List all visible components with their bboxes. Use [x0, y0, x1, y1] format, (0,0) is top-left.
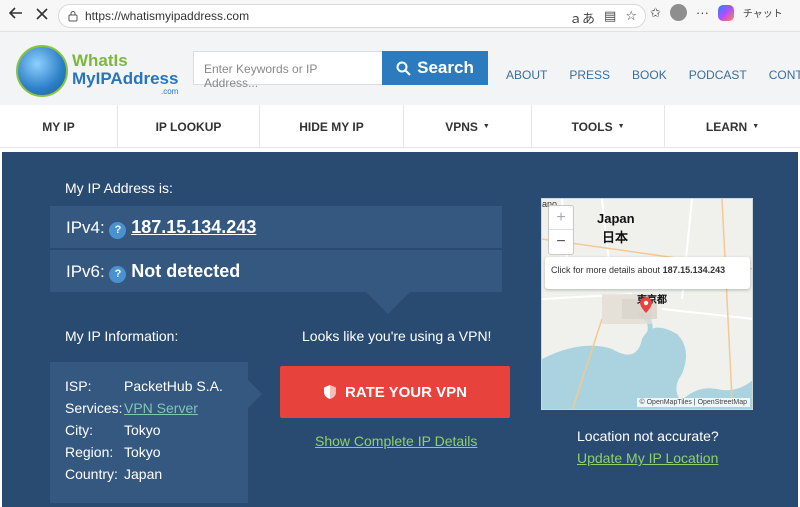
map-marker-icon[interactable] — [640, 297, 652, 313]
rate-vpn-button[interactable]: RATE YOUR VPN — [280, 366, 510, 418]
link-contact[interactable]: CONTACT — [769, 68, 800, 82]
menu-item-my-ip[interactable]: MY IP — [0, 105, 118, 148]
menu-item-tools[interactable]: TOOLS ▼ — [532, 105, 665, 148]
copilot-icon[interactable] — [717, 4, 734, 21]
info-value: PacketHub S.A. — [124, 378, 223, 394]
ipv6-row: IPv6: ? Not detected — [50, 250, 502, 292]
ip-panel: My IP Address is: IPv4: ? 187.15.134.243… — [2, 152, 798, 507]
logo-text-1: WhatIs — [72, 51, 128, 70]
search-input[interactable]: Enter Keywords or IP Address... — [193, 51, 383, 90]
ipv6-value: Not detected — [131, 261, 241, 281]
favorite-star-icon[interactable]: ☆ — [625, 8, 637, 27]
ip-info-box: ISP: PacketHub S.A. Services:VPN Server C… — [50, 362, 248, 503]
link-book[interactable]: BOOK — [632, 68, 667, 82]
translate-icon[interactable]: ａあ — [569, 8, 595, 27]
chat-label[interactable]: チャット — [743, 5, 783, 20]
stop-icon[interactable] — [32, 6, 52, 26]
info-arrow — [248, 380, 262, 408]
link-podcast[interactable]: PODCAST — [689, 68, 747, 82]
info-value: Tokyo — [124, 444, 161, 460]
map-popup[interactable]: Click for more details about 187.15.134.… — [545, 257, 750, 289]
url-text[interactable]: https://whatismyipaddress.com — [85, 9, 249, 23]
info-heading: My IP Information: — [65, 328, 179, 344]
ipv4-label: IPv4: — [66, 218, 105, 237]
info-key: City: — [65, 422, 93, 438]
map-attribution[interactable]: © OpenMapTiles | OpenStreetMap — [636, 398, 750, 407]
info-key: Region: — [65, 444, 114, 460]
rate-vpn-label: RATE YOUR VPN — [345, 383, 467, 401]
ip-heading: My IP Address is: — [65, 180, 173, 196]
link-press[interactable]: PRESS — [569, 68, 610, 82]
info-value: Japan — [124, 466, 163, 482]
info-row-isp: ISP: PacketHub S.A. — [65, 378, 223, 394]
popup-ip: 187.15.134.243 — [662, 265, 726, 275]
menu-label: VPNS — [445, 119, 478, 134]
zoom-in-button[interactable]: + — [549, 206, 573, 230]
info-key: ISP: — [65, 378, 92, 394]
site-logo[interactable]: WhatIs MyIPAddress .com — [14, 44, 189, 97]
profile-avatar[interactable] — [669, 4, 687, 21]
ipv4-line: IPv4: ? 187.15.134.243 — [66, 217, 256, 239]
location-question: Location not accurate? — [577, 428, 719, 444]
ipv6-label: IPv6: — [66, 262, 105, 281]
address-bar[interactable]: https://whatismyipaddress.com ａあ ▤ ☆ — [58, 4, 646, 28]
pointer-triangle — [366, 292, 410, 314]
help-icon[interactable]: ? — [109, 266, 127, 283]
menu-item-ip-lookup[interactable]: IP LOOKUP — [118, 105, 260, 148]
zoom-out-button[interactable]: − — [549, 230, 573, 254]
ipv4-value[interactable]: 187.15.134.243 — [131, 217, 256, 237]
menu-item-hide-my-ip[interactable]: HIDE MY IP — [260, 105, 404, 148]
menu-label: IP LOOKUP — [155, 119, 222, 134]
globe-icon — [16, 45, 68, 97]
link-about[interactable]: ABOUT — [506, 68, 547, 82]
lock-icon[interactable] — [67, 10, 79, 22]
browser-toolbar: https://whatismyipaddress.com ａあ ▤ ☆ ✩ ·… — [0, 0, 800, 32]
caret-down-icon: ▼ — [617, 123, 625, 130]
menu-label: MY IP — [42, 119, 75, 134]
menu-item-vpns[interactable]: VPNS ▼ — [404, 105, 532, 148]
location-map[interactable]: ano + − Japan 日本 Click for more details … — [541, 198, 753, 410]
menu-label: LEARN — [705, 119, 748, 134]
map-zoom-control: + − — [548, 205, 574, 255]
menu-item-learn[interactable]: LEARN ▼ — [665, 105, 800, 148]
map-country-ja: 日本 — [602, 230, 629, 245]
popup-text: Click for more details about — [551, 265, 661, 275]
ipv4-row: IPv4: ? 187.15.134.243 — [50, 206, 502, 248]
search-icon — [396, 61, 411, 76]
info-row-city: City: Tokyo — [65, 422, 161, 438]
caret-down-icon: ▼ — [752, 123, 760, 130]
map-country-en: Japan — [597, 211, 635, 226]
shield-icon — [324, 385, 337, 399]
logo-text-2: MyIPAddress — [72, 69, 179, 88]
top-links: ABOUT PRESS BOOK PODCAST CONTACT — [506, 68, 800, 82]
favorites-icon[interactable]: ✩ — [650, 5, 661, 21]
search-button-label: Search — [417, 58, 474, 77]
vpn-note: Looks like you're using a VPN! — [302, 328, 492, 344]
info-row-region: Region: Tokyo — [65, 444, 161, 460]
back-icon[interactable] — [6, 6, 26, 26]
info-row-services: Services:VPN Server — [65, 400, 198, 416]
main-menu: MY IP IP LOOKUP HIDE MY IP VPNS ▼ TOOLS ▼ … — [0, 105, 800, 148]
vpn-server-link[interactable]: VPN Server — [124, 400, 198, 416]
info-row-country: Country: Japan — [65, 466, 162, 482]
search-button[interactable]: Search — [382, 51, 488, 85]
site-header: WhatIs MyIPAddress .com Enter Keywords o… — [0, 32, 800, 105]
info-value: Tokyo — [124, 422, 161, 438]
info-key: Country: — [65, 466, 118, 482]
more-icon[interactable]: ··· — [696, 5, 709, 20]
info-key: Services: — [65, 400, 123, 416]
reader-icon[interactable]: ▤ — [604, 8, 616, 27]
help-icon[interactable]: ? — [109, 222, 127, 239]
menu-label: HIDE MY IP — [299, 119, 364, 134]
caret-down-icon: ▼ — [482, 123, 490, 130]
menu-label: TOOLS — [571, 119, 613, 134]
show-details-link[interactable]: Show Complete IP Details — [315, 433, 477, 449]
ipv6-line: IPv6: ? Not detected — [66, 261, 240, 283]
update-location-link[interactable]: Update My IP Location — [577, 450, 718, 466]
logo-dotcom: .com — [161, 87, 179, 96]
